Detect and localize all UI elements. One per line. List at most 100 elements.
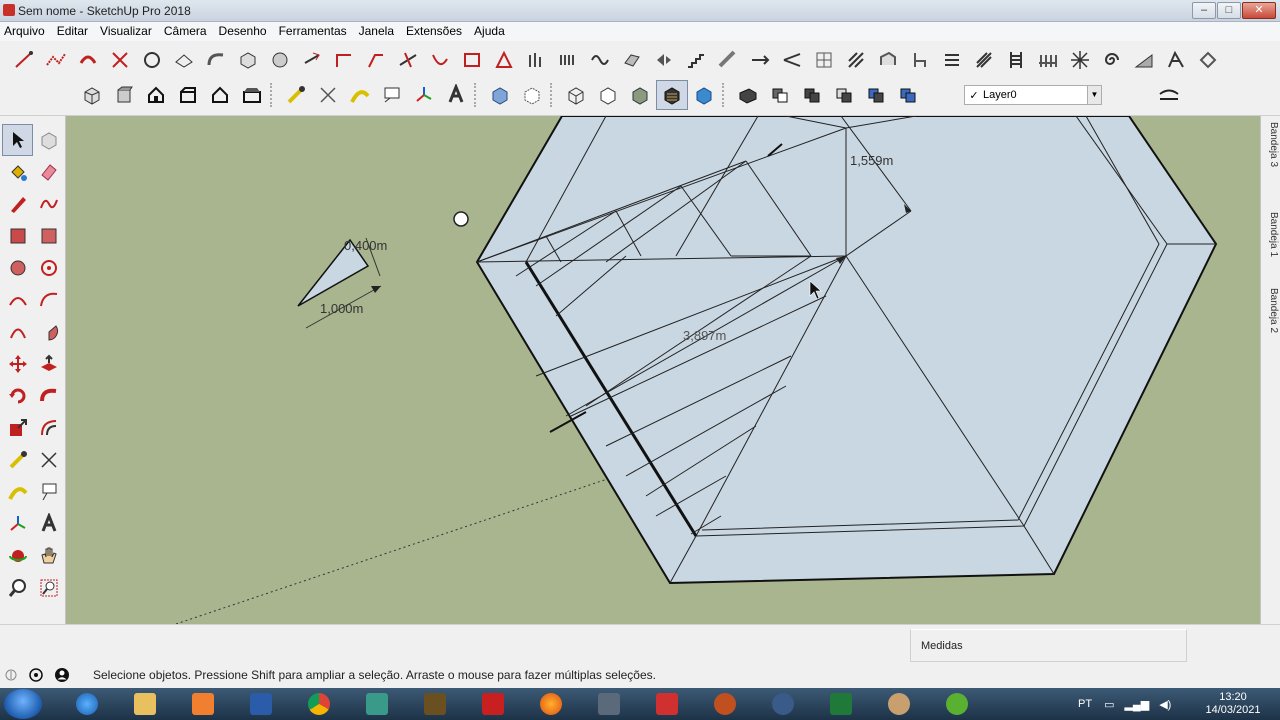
2-point-arc-icon[interactable] <box>33 284 64 316</box>
hidden-line-icon[interactable] <box>592 80 624 110</box>
extrude-icon[interactable] <box>296 45 328 75</box>
taskbar-calculator-icon[interactable] <box>580 688 638 720</box>
toolbar-grip-3[interactable] <box>550 83 554 107</box>
taskbar-ie-icon[interactable] <box>58 688 116 720</box>
select-icon[interactable] <box>2 124 33 156</box>
orbit-icon[interactable] <box>2 540 33 572</box>
wall-icon[interactable] <box>872 45 904 75</box>
box-icon[interactable] <box>232 45 264 75</box>
arrows-icon[interactable] <box>744 45 776 75</box>
line-tool-icon[interactable] <box>8 45 40 75</box>
layer-dropdown[interactable]: ✓ Layer0 ▼ <box>964 85 1102 105</box>
weld-icon[interactable] <box>72 45 104 75</box>
pan-icon[interactable] <box>33 540 64 572</box>
menu-desenho[interactable]: Desenho <box>219 22 273 41</box>
text-icon[interactable] <box>376 80 408 110</box>
right-view-icon[interactable] <box>172 80 204 110</box>
dimension-icon[interactable] <box>312 80 344 110</box>
text-tool-icon[interactable] <box>33 476 64 508</box>
eraser-icon[interactable] <box>33 156 64 188</box>
shaded-icon[interactable] <box>624 80 656 110</box>
scale-icon[interactable] <box>1192 45 1224 75</box>
branch-icon[interactable] <box>776 45 808 75</box>
taskbar-app-icon[interactable] <box>696 688 754 720</box>
xray-icon[interactable] <box>484 80 516 110</box>
zoom-window-icon[interactable] <box>33 572 64 604</box>
taskbar-acrobat-icon[interactable] <box>464 688 522 720</box>
taskbar-paint-icon[interactable] <box>870 688 928 720</box>
freehand-icon[interactable] <box>33 188 64 220</box>
shell-icon[interactable] <box>168 45 200 75</box>
cut-icon[interactable] <box>104 45 136 75</box>
3d-text-icon[interactable] <box>440 80 472 110</box>
menu-extensoes[interactable]: Extensões <box>406 22 468 41</box>
left-view-icon[interactable] <box>236 80 268 110</box>
volume-icon[interactable]: ◀) <box>1159 698 1171 711</box>
solid-outer-shell-icon[interactable] <box>732 80 764 110</box>
taskbar-app2-icon[interactable] <box>754 688 812 720</box>
axes-icon[interactable] <box>408 80 440 110</box>
3-point-arc-icon[interactable] <box>2 316 33 348</box>
sphere-icon[interactable] <box>264 45 296 75</box>
front-view-icon[interactable] <box>140 80 172 110</box>
tape-measure-icon[interactable] <box>280 80 312 110</box>
scale-tool-icon[interactable] <box>2 412 33 444</box>
user-account-icon[interactable] <box>54 667 70 686</box>
arc-icon[interactable] <box>424 45 456 75</box>
offset-icon[interactable] <box>33 412 64 444</box>
corner-2-icon[interactable] <box>360 45 392 75</box>
taskbar-word-icon[interactable] <box>232 688 290 720</box>
wave-icon[interactable] <box>584 45 616 75</box>
taskbar-explorer-icon[interactable] <box>116 688 174 720</box>
array-icon[interactable] <box>552 45 584 75</box>
toolbar-grip-4[interactable] <box>722 83 726 107</box>
close-button[interactable]: ✕ <box>1242 2 1276 19</box>
modeling-viewport[interactable]: 1,559m 3,897m 0,400m 1,000m <box>66 116 1260 624</box>
wireframe-style-icon[interactable] <box>560 80 592 110</box>
ladder-icon[interactable] <box>1000 45 1032 75</box>
rectangle-icon[interactable] <box>2 220 33 252</box>
spiral-icon[interactable] <box>1096 45 1128 75</box>
menu-arquivo[interactable]: Arquivo <box>4 22 51 41</box>
solid-split-icon[interactable] <box>892 80 924 110</box>
3d-text-tool-icon[interactable] <box>33 508 64 540</box>
protractor-icon[interactable] <box>344 80 376 110</box>
polyline-icon[interactable] <box>40 45 72 75</box>
polygon-icon[interactable] <box>33 252 64 284</box>
lattice-icon[interactable] <box>1064 45 1096 75</box>
maximize-button[interactable]: □ <box>1217 2 1241 19</box>
toolbar-grip[interactable] <box>270 83 274 107</box>
network-icon[interactable]: ▂▄▆ <box>1124 698 1149 711</box>
taskbar-media-icon[interactable] <box>174 688 232 720</box>
menu-visualizar[interactable]: Visualizar <box>100 22 158 41</box>
corner-icon[interactable] <box>328 45 360 75</box>
fence-icon[interactable] <box>1032 45 1064 75</box>
bend-icon[interactable] <box>200 45 232 75</box>
language-indicator[interactable]: PT <box>1078 698 1092 710</box>
chevron-down-icon[interactable]: ▼ <box>1087 86 1101 104</box>
geo-location-icon[interactable] <box>4 668 18 685</box>
minimize-button[interactable]: – <box>1192 2 1216 19</box>
arc-tool-icon[interactable] <box>2 284 33 316</box>
solid-subtract-icon[interactable] <box>828 80 860 110</box>
tray-tab-bandeja-1[interactable]: Bandeja 1 <box>1263 212 1279 257</box>
tape-measure-tool-icon[interactable] <box>2 444 33 476</box>
solid-trim-icon[interactable] <box>860 80 892 110</box>
monochrome-icon[interactable] <box>688 80 720 110</box>
columns-icon[interactable] <box>520 45 552 75</box>
taskbar-firefox-icon[interactable] <box>522 688 580 720</box>
menu-editar[interactable]: Editar <box>57 22 94 41</box>
flip-icon[interactable] <box>648 45 680 75</box>
taskbar-star-icon[interactable] <box>406 688 464 720</box>
rotated-rectangle-icon[interactable] <box>33 220 64 252</box>
taskbar-excel-icon[interactable] <box>812 688 870 720</box>
rotate-icon[interactable] <box>2 380 33 412</box>
shaded-textures-icon[interactable] <box>656 80 688 110</box>
top-view-icon[interactable] <box>108 80 140 110</box>
protractor-tool-icon[interactable] <box>2 476 33 508</box>
iso-view-icon[interactable] <box>76 80 108 110</box>
paint-bucket-icon[interactable] <box>2 156 33 188</box>
axes-tool-icon[interactable] <box>2 508 33 540</box>
surface-icon[interactable] <box>616 45 648 75</box>
tray-keyboard-icon[interactable]: ▭ <box>1104 698 1114 711</box>
